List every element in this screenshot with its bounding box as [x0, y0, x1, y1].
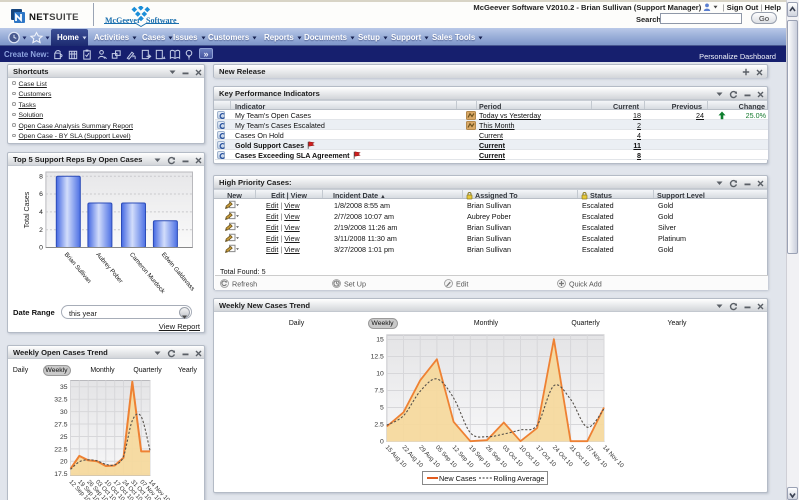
svg-text:35: 35: [60, 384, 68, 391]
svg-text:4: 4: [39, 209, 43, 216]
svg-text:20: 20: [60, 459, 68, 466]
svg-text:Cameron Murdock: Cameron Murdock: [128, 251, 167, 295]
svg-text:Total Cases: Total Cases: [24, 191, 31, 228]
svg-text:27.5: 27.5: [54, 421, 67, 428]
svg-text:2.5: 2.5: [374, 422, 384, 429]
svg-text:5: 5: [380, 405, 384, 412]
svg-text:0: 0: [380, 439, 384, 446]
svg-text:2: 2: [39, 227, 43, 234]
svg-text:7.5: 7.5: [374, 388, 384, 395]
svg-text:Aubrey Pober: Aubrey Pober: [94, 251, 124, 284]
svg-text:17.5: 17.5: [54, 471, 67, 478]
svg-text:0: 0: [39, 245, 43, 252]
svg-text:25: 25: [60, 434, 68, 441]
svg-text:8: 8: [39, 173, 43, 180]
svg-text:32.5: 32.5: [54, 397, 67, 404]
svg-text:6: 6: [39, 191, 43, 198]
svg-text:Edwin Galdavass: Edwin Galdavass: [160, 251, 196, 292]
svg-text:30: 30: [60, 409, 68, 416]
svg-text:15: 15: [376, 337, 384, 344]
svg-text:12.5: 12.5: [371, 354, 384, 361]
svg-text:22.5: 22.5: [54, 446, 67, 453]
svg-text:Brian Sullivan: Brian Sullivan: [63, 251, 93, 285]
svg-text:10: 10: [376, 371, 384, 378]
